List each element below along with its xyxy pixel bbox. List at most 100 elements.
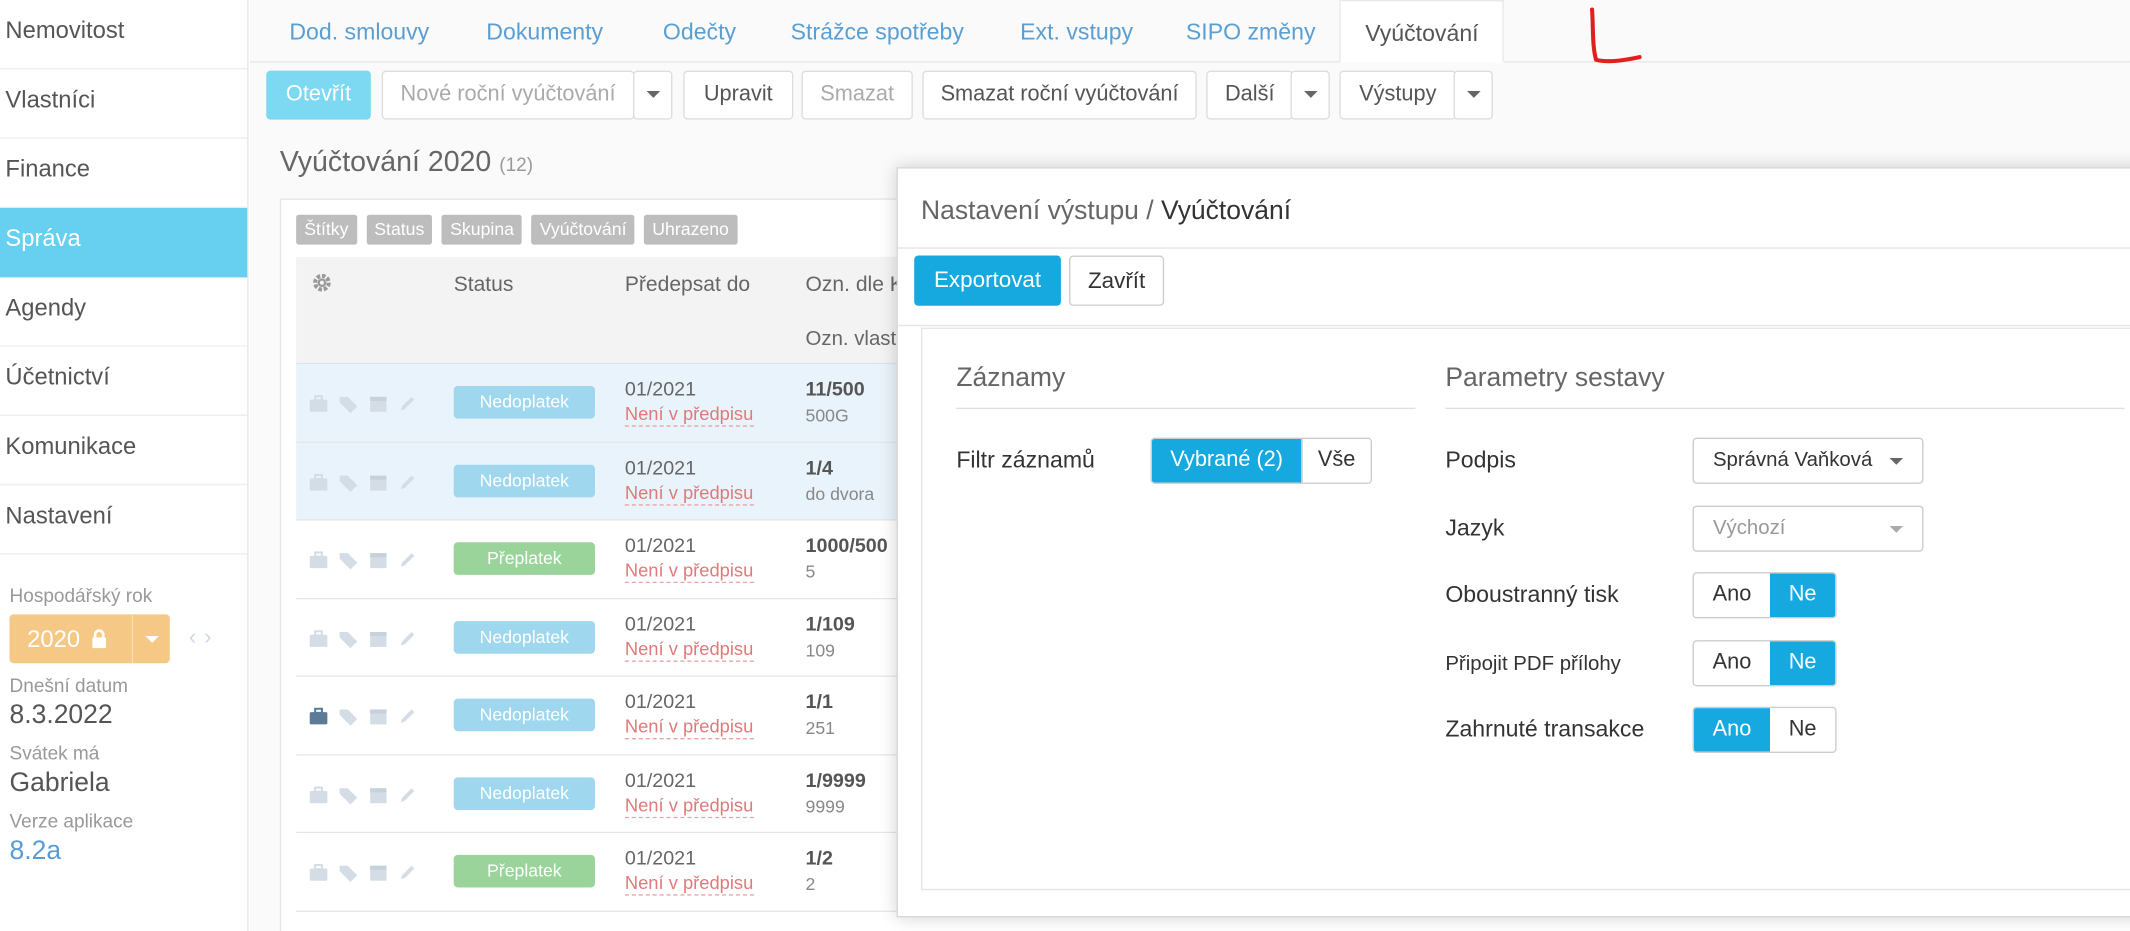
sidebar-info: Hospodářský rok 2020 ‹› Dnešní datum 8.3… <box>0 584 247 867</box>
not-in-prescription-note[interactable]: Není v předpisu <box>624 482 754 505</box>
record-filter-toggle: Vybrané (2) Vše <box>1150 437 1372 484</box>
tab-dod-smlouvy[interactable]: Dod. smlouvy <box>289 0 429 63</box>
filter-chip-tags[interactable]: Štítky <box>296 214 357 245</box>
fiscal-year-dropdown[interactable] <box>131 614 170 664</box>
briefcase-icon[interactable] <box>308 472 328 491</box>
pencil-icon[interactable] <box>398 629 418 648</box>
calendar-icon[interactable] <box>368 707 388 726</box>
tab-sipo-zmeny[interactable]: SIPO změny <box>1186 0 1316 63</box>
export-button[interactable]: Exportovat <box>914 255 1061 306</box>
tab-odecty[interactable]: Odečty <box>663 0 736 63</box>
tag-icon[interactable] <box>338 472 358 492</box>
tab-strazce-spotreby[interactable]: Strážce spotřeby <box>791 0 964 63</box>
duplex-no-option[interactable]: Ne <box>1769 573 1836 618</box>
transactions-no-option[interactable]: Ne <box>1769 708 1836 752</box>
tag-icon[interactable] <box>338 707 358 726</box>
tag-icon[interactable] <box>338 629 358 648</box>
calendar-icon[interactable] <box>368 629 388 648</box>
pencil-icon[interactable] <box>398 550 418 569</box>
open-button[interactable]: Otevřít <box>266 70 371 120</box>
transactions-yes-option[interactable]: Ano <box>1693 708 1770 752</box>
attach-yes-option[interactable]: Ano <box>1693 641 1770 685</box>
version-value[interactable]: 8.2a <box>10 836 248 867</box>
new-annual-billing-dropdown[interactable] <box>633 70 673 120</box>
calendar-icon[interactable] <box>368 394 388 413</box>
page-title-text: Vyúčtování 2020 <box>279 146 492 179</box>
tab-ext-vstupy[interactable]: Ext. vstupy <box>1020 0 1133 63</box>
pencil-icon[interactable] <box>398 472 418 491</box>
calendar-icon[interactable] <box>368 863 388 882</box>
more-button[interactable]: Další <box>1206 70 1294 120</box>
sidebar-item-komunikace[interactable]: Komunikace <box>0 416 248 486</box>
unit-code: 1/1 <box>805 691 833 714</box>
sidebar-item-nemovitost[interactable]: Nemovitost <box>0 0 248 70</box>
filter-selected-option[interactable]: Vybrané (2) <box>1151 438 1302 483</box>
sidebar-item-vlastnici[interactable]: Vlastníci <box>0 69 248 139</box>
due-cell: 01/2021 Není v předpisu <box>624 379 754 427</box>
filter-chip-paid[interactable]: Uhrazeno <box>644 214 738 245</box>
pencil-icon[interactable] <box>398 394 418 413</box>
more-dropdown[interactable] <box>1290 70 1330 120</box>
sidebar-item-finance[interactable]: Finance <box>0 139 248 208</box>
briefcase-icon[interactable] <box>308 785 328 804</box>
column-header-due[interactable]: Předepsat do <box>625 273 750 297</box>
calendar-icon[interactable] <box>368 472 388 491</box>
not-in-prescription-note[interactable]: Není v předpisu <box>624 716 754 740</box>
not-in-prescription-note[interactable]: Není v předpisu <box>624 638 754 662</box>
not-in-prescription-note[interactable]: Není v předpisu <box>624 873 754 896</box>
sidebar-item-sprava[interactable]: Správa <box>0 207 248 278</box>
column-header-code[interactable]: Ozn. dle K <box>806 273 904 297</box>
pencil-icon[interactable] <box>398 785 418 804</box>
gear-icon[interactable] <box>311 272 333 294</box>
sidebar-item-agendy[interactable]: Agendy <box>0 277 248 347</box>
column-header-status[interactable]: Status <box>454 273 514 297</box>
briefcase-icon[interactable] <box>308 394 328 413</box>
briefcase-icon[interactable] <box>308 629 328 648</box>
filter-chip-status[interactable]: Status <box>366 214 433 245</box>
briefcase-icon[interactable] <box>308 863 328 882</box>
not-in-prescription-note[interactable]: Není v předpisu <box>624 560 754 584</box>
filter-chip-billing[interactable]: Vyúčtování <box>531 214 635 245</box>
tag-icon[interactable] <box>338 863 358 883</box>
tab-dokumenty[interactable]: Dokumenty <box>486 0 603 63</box>
sidebar-item-nastaveni[interactable]: Nastavení <box>0 485 248 555</box>
sidebar-item-ucetnictvi[interactable]: Účetnictví <box>0 347 248 416</box>
briefcase-icon[interactable] <box>308 707 328 726</box>
tag-icon[interactable] <box>338 394 358 414</box>
not-in-prescription-note[interactable]: Není v předpisu <box>624 794 754 818</box>
calendar-icon[interactable] <box>368 550 388 569</box>
calendar-icon[interactable] <box>368 785 388 804</box>
row-actions <box>308 863 418 883</box>
attach-no-option[interactable]: Ne <box>1769 641 1836 685</box>
column-header-owner-code[interactable]: Ozn. vlast <box>806 328 897 351</box>
outputs-dropdown[interactable] <box>1453 70 1493 120</box>
filter-chip-group[interactable]: Skupina <box>441 214 523 245</box>
new-annual-billing-button[interactable]: Nové roční vyúčtování <box>381 70 635 120</box>
delete-button[interactable]: Smazat <box>801 70 913 120</box>
outputs-button[interactable]: Výstupy <box>1339 70 1457 120</box>
close-button[interactable]: Zavřít <box>1069 255 1165 306</box>
unit-code: 1/2 <box>805 848 833 870</box>
year-nav-arrows-icon[interactable]: ‹› <box>189 627 220 651</box>
status-badge: Přeplatek <box>453 542 595 575</box>
delete-annual-billing-button[interactable]: Smazat roční vyúčtování <box>922 70 1197 120</box>
caret-down-icon <box>645 91 660 99</box>
fiscal-year-selector[interactable]: 2020 <box>9 614 170 664</box>
records-section-title: Záznamy <box>956 362 1066 393</box>
signature-label: Podpis <box>1445 447 1516 473</box>
edit-button[interactable]: Upravit <box>683 70 794 120</box>
owner-code: 109 <box>805 639 836 660</box>
tab-vyuctovani[interactable]: Vyúčtování <box>1339 0 1505 63</box>
pencil-icon[interactable] <box>398 707 418 726</box>
language-select[interactable]: Výchozí <box>1692 505 1924 552</box>
language-value: Výchozí <box>1712 516 1786 540</box>
tag-icon[interactable] <box>338 785 358 804</box>
duplex-yes-option[interactable]: Ano <box>1693 573 1770 618</box>
not-in-prescription-note[interactable]: Není v předpisu <box>624 404 754 427</box>
signature-select[interactable]: Správná Vaňková <box>1692 437 1924 484</box>
filter-all-option[interactable]: Vše <box>1301 438 1371 483</box>
pencil-icon[interactable] <box>398 863 418 882</box>
fiscal-year-value-wrap: 2020 <box>10 625 132 654</box>
briefcase-icon[interactable] <box>308 550 328 569</box>
tag-icon[interactable] <box>338 550 358 570</box>
